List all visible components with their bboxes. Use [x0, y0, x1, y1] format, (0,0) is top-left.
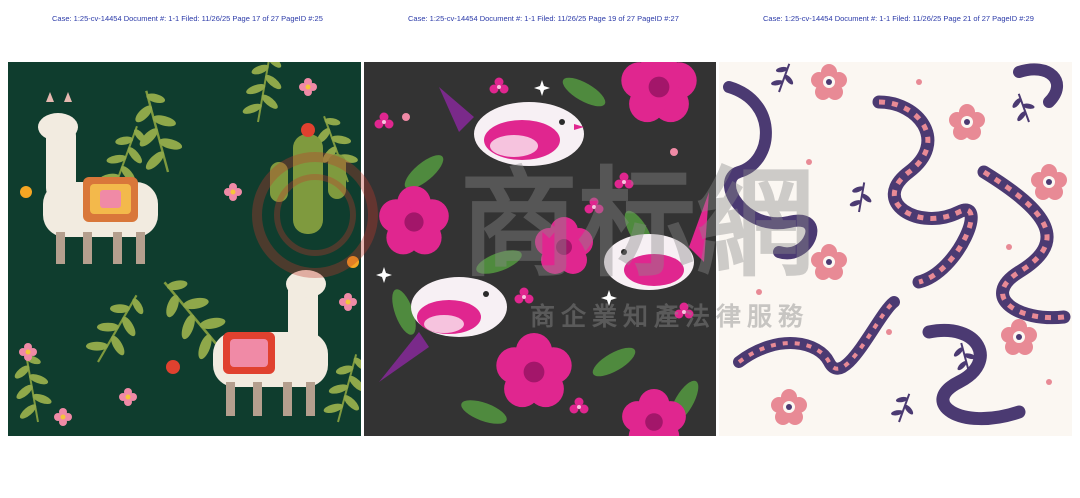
bird-pattern-image: [364, 62, 716, 436]
page-header-19: Case: 1:25-cv-14454 Document #: 1-1 File…: [408, 14, 679, 23]
page-header-17: Case: 1:25-cv-14454 Document #: 1-1 File…: [52, 14, 323, 23]
llama-pattern-image: [8, 62, 361, 436]
snake-pattern-image: [719, 62, 1072, 436]
page-header-21: Case: 1:25-cv-14454 Document #: 1-1 File…: [763, 14, 1034, 23]
